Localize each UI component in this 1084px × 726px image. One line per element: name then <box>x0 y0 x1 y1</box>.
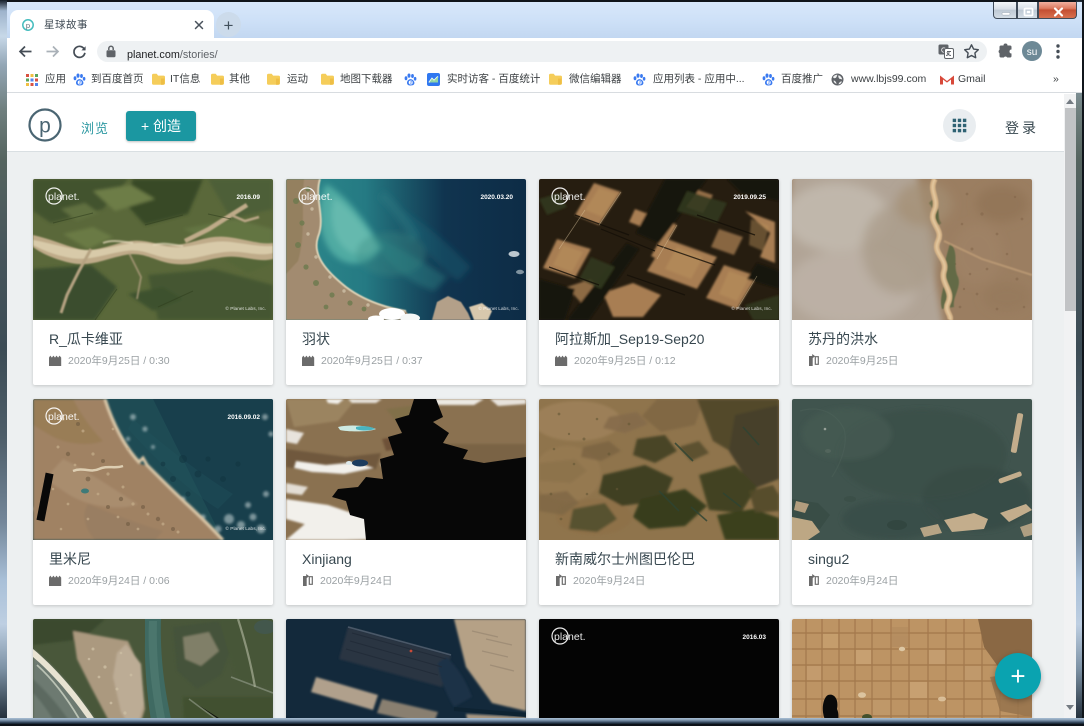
svg-text:© Planet Labs, Inc.: © Planet Labs, Inc. <box>225 305 266 312</box>
svg-text:planet.: planet. <box>554 191 586 203</box>
svg-text:2016.09: 2016.09 <box>237 194 261 201</box>
svg-text:2020.03.20: 2020.03.20 <box>480 194 513 201</box>
svg-text:planet.: planet. <box>554 631 586 643</box>
svg-text:2016.09.02: 2016.09.02 <box>227 414 260 421</box>
svg-text:© Planet Labs, Inc.: © Planet Labs, Inc. <box>225 525 266 532</box>
svg-text:© Planet Labs, Inc.: © Planet Labs, Inc. <box>478 305 519 312</box>
svg-text:2016.03: 2016.03 <box>743 634 767 641</box>
svg-text:planet.: planet. <box>301 191 333 203</box>
svg-text:2019.09.25: 2019.09.25 <box>733 194 766 201</box>
svg-text:planet.: planet. <box>48 191 80 203</box>
svg-text:planet.: planet. <box>48 411 80 423</box>
svg-text:© Planet Labs, Inc.: © Planet Labs, Inc. <box>731 305 772 312</box>
svg-text:p: p <box>26 21 30 30</box>
svg-text:p: p <box>39 115 51 138</box>
